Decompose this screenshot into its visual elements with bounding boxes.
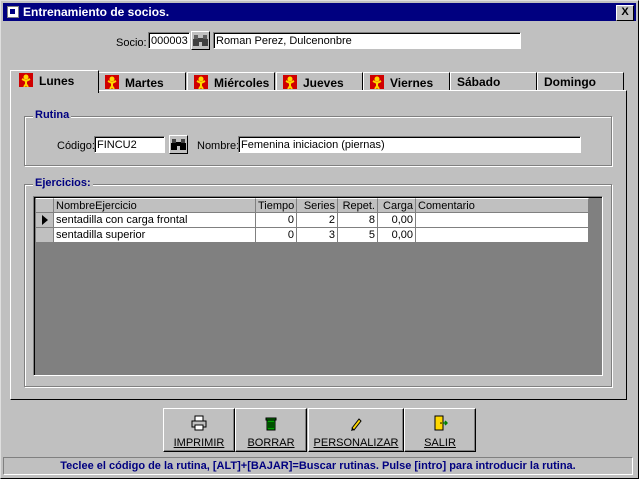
cell-repet[interactable]: 8 — [338, 213, 378, 228]
app-icon — [7, 6, 19, 18]
tab-lunes[interactable]: Lunes — [10, 70, 99, 93]
current-row-arrow-icon — [42, 215, 48, 225]
cell-series[interactable]: 2 — [297, 213, 338, 228]
tab-label: Domingo — [544, 75, 596, 89]
nombre-label: Nombre: — [197, 140, 240, 152]
close-button[interactable]: X — [616, 5, 634, 21]
col-header-carga[interactable]: Carga — [378, 198, 416, 213]
exit-door-icon — [434, 415, 448, 431]
tab-label: Viernes — [390, 76, 434, 90]
cell-tiempo[interactable]: 0 — [256, 228, 297, 243]
tab-sabado[interactable]: Sábado — [450, 72, 537, 91]
tab-figure-icon — [283, 75, 297, 89]
cell-nombre[interactable]: sentadilla con carga frontal — [54, 213, 256, 228]
tab-figure-icon — [194, 75, 208, 89]
tab-figure-icon — [370, 75, 384, 89]
ejercicios-grid[interactable]: NombreEjercicio Tiempo Series Repet. Car… — [33, 196, 603, 376]
cell-series[interactable]: 3 — [297, 228, 338, 243]
tab-martes[interactable]: Martes — [98, 72, 186, 91]
borrar-button[interactable]: BORRAR — [235, 408, 307, 452]
cell-comentario[interactable] — [416, 213, 589, 228]
row-indicator — [36, 213, 54, 228]
codigo-label: Código: — [57, 140, 95, 152]
tab-domingo[interactable]: Domingo — [537, 72, 624, 91]
socio-label: Socio: — [116, 37, 147, 49]
tab-label: Martes — [125, 76, 164, 90]
tab-label: Lunes — [39, 74, 75, 88]
col-header-series[interactable]: Series — [297, 198, 338, 213]
tab-label: Sábado — [457, 75, 501, 89]
title-bar: Entrenamiento de socios. X — [3, 3, 636, 21]
rutina-group-title: Rutina — [33, 109, 72, 121]
tab-miercoles[interactable]: Miércoles — [187, 72, 275, 91]
personalizar-button[interactable]: PERSONALIZAR — [308, 408, 404, 452]
cell-carga[interactable]: 0,00 — [378, 228, 416, 243]
rutina-search-button[interactable] — [169, 135, 188, 154]
tab-jueves[interactable]: Jueves — [276, 72, 363, 91]
socio-name-field[interactable]: Roman Perez, Dulcenonbre — [213, 32, 521, 49]
tab-figure-icon — [19, 73, 33, 87]
ejercicios-group-title: Ejercicios: — [33, 177, 93, 189]
row-indicator — [36, 228, 54, 243]
socio-code-field[interactable]: 000003 — [148, 32, 190, 49]
borrar-label: BORRAR — [247, 437, 295, 449]
tab-figure-icon — [105, 75, 119, 89]
status-bar: Teclee el código de la rutina, [ALT]+[BA… — [3, 457, 633, 475]
salir-button[interactable]: SALIR — [404, 408, 476, 452]
tab-label: Jueves — [303, 76, 344, 90]
cell-carga[interactable]: 0,00 — [378, 213, 416, 228]
rutina-group: Rutina Código: FINCU2 Nombre: Femenina i… — [24, 109, 612, 166]
window-title: Entrenamiento de socios. — [23, 5, 170, 19]
cell-comentario[interactable] — [416, 228, 589, 243]
imprimir-label: IMPRIMIR — [173, 437, 225, 449]
day-tabs: Lunes Martes Miércoles Jueves Viernes Sá… — [10, 70, 630, 93]
salir-label: SALIR — [424, 437, 456, 449]
imprimir-button[interactable]: IMPRIMIR — [163, 408, 235, 452]
col-header-comentario[interactable]: Comentario — [416, 198, 589, 213]
tab-viernes[interactable]: Viernes — [363, 72, 450, 91]
codigo-field[interactable]: FINCU2 — [94, 136, 165, 153]
binoculars-icon — [171, 139, 186, 150]
col-header-nombre[interactable]: NombreEjercicio — [54, 198, 256, 213]
cell-nombre[interactable]: sentadilla superior — [54, 228, 256, 243]
tab-label: Miércoles — [214, 76, 270, 90]
nombre-field[interactable]: Femenina iniciacion (piernas) — [238, 136, 581, 153]
cell-tiempo[interactable]: 0 — [256, 213, 297, 228]
trash-can-icon — [265, 417, 277, 431]
personalizar-label: PERSONALIZAR — [313, 437, 399, 449]
grid-corner — [36, 198, 54, 213]
col-header-tiempo[interactable]: Tiempo — [256, 198, 297, 213]
cell-repet[interactable]: 5 — [338, 228, 378, 243]
printer-icon — [191, 415, 207, 431]
pencil-icon — [351, 418, 362, 431]
col-header-repet[interactable]: Repet. — [338, 198, 378, 213]
binoculars-icon — [193, 35, 208, 46]
socio-search-button[interactable] — [191, 31, 210, 50]
